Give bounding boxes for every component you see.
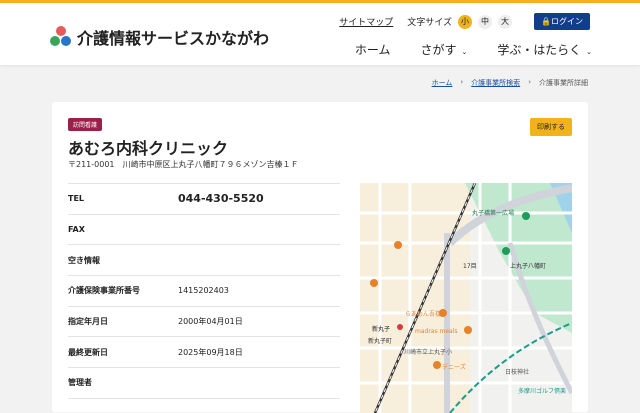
map-label: 新丸子町 <box>368 338 393 345</box>
logo-icon <box>50 26 72 48</box>
font-size-label: 文字サイズ <box>407 18 453 28</box>
location-map[interactable]: 丸子橋第一広場 上丸子八幡町 新丸子 madras meals らあめん吾楼 川… <box>360 183 572 413</box>
row-label: TEL <box>68 183 178 215</box>
map-graphic <box>360 183 572 413</box>
row-value <box>178 214 340 246</box>
details-table: TEL 044-430-5520 FAX 空き情報 介護保険事業所番号 141520… <box>68 183 340 399</box>
row-value <box>178 244 340 277</box>
login-label: ログイン <box>551 17 583 26</box>
facility-name: あむろ内科クリニック <box>68 139 229 158</box>
map-label: 17目 <box>463 263 477 270</box>
category-badge: 訪問看護 <box>68 118 103 131</box>
breadcrumb-separator: › <box>528 78 531 86</box>
breadcrumb-search[interactable]: 介護事業所検索 <box>471 78 520 88</box>
row-value: 1415202403 <box>178 275 340 307</box>
row-value <box>178 367 340 399</box>
row-value: 2025年09月18日 <box>178 336 340 369</box>
nav-home[interactable]: ホーム <box>355 41 391 58</box>
map-label: デニーズ <box>442 364 466 371</box>
nav-learn-label: 学ぶ・はたらく <box>497 43 582 57</box>
breadcrumb-separator: › <box>460 78 464 86</box>
map-label: 丸子橋第一広場 <box>472 210 515 217</box>
site-title: 介護情報サービスかながわ <box>77 29 270 48</box>
row-value: 2000年04月01日 <box>178 306 340 338</box>
map-label: 新丸子 <box>372 326 391 333</box>
nav-search[interactable]: さがす ⌄ <box>420 41 467 58</box>
row-label: 介護保険事業所番号 <box>68 275 178 307</box>
site-header: 介護情報サービスかながわ サイトマップ 文字サイズ 小 中 大 🔒ログイン ホー… <box>0 3 640 65</box>
map-label: madras meals <box>415 328 458 335</box>
map-label: 多摩川ゴルフ倶楽 <box>518 388 567 395</box>
font-size-large[interactable]: 大 <box>498 14 513 29</box>
row-label: 管理者 <box>68 367 178 399</box>
map-label: らあめん吾楼 <box>405 311 442 318</box>
facility-address: 〒211-0001 川崎市中原区上丸子八幡町７９６メゾン吉榛１Ｆ <box>68 160 299 169</box>
sitemap-link[interactable]: サイトマップ <box>339 15 393 28</box>
table-row: TEL 044-430-5520 <box>68 183 340 215</box>
font-size-medium[interactable]: 中 <box>478 14 493 29</box>
map-label: 日枝神社 <box>505 369 530 376</box>
table-row: FAX <box>68 214 340 246</box>
lock-icon: 🔒 <box>541 17 551 26</box>
row-label: 最終更新日 <box>68 336 178 369</box>
table-row: 空き情報 <box>68 244 340 277</box>
nav-search-label: さがす <box>420 43 457 57</box>
tel-value[interactable]: 044-430-5520 <box>178 183 340 215</box>
row-label: 指定年月日 <box>68 306 178 338</box>
row-label: 空き情報 <box>68 244 178 277</box>
map-label: 川崎市立上丸子小 <box>404 349 453 356</box>
chevron-down-icon: ⌄ <box>586 48 592 56</box>
nav-learn-work[interactable]: 学ぶ・はたらく ⌄ <box>497 41 592 58</box>
breadcrumb-current: 介護事業所詳細 <box>539 79 588 87</box>
breadcrumb-home[interactable]: ホーム <box>432 78 453 88</box>
table-row: 管理者 <box>68 367 340 399</box>
chevron-down-icon: ⌄ <box>461 48 468 56</box>
row-label: FAX <box>68 214 178 246</box>
print-button[interactable]: 印刷する <box>530 118 572 136</box>
table-row: 最終更新日 2025年09月18日 <box>68 336 340 369</box>
facility-card: 訪問看護 印刷する あむろ内科クリニック 〒211-0001 川崎市中原区上丸子… <box>52 102 588 413</box>
login-button[interactable]: 🔒ログイン <box>534 13 590 30</box>
font-size-small[interactable]: 小 <box>458 14 473 29</box>
table-row: 指定年月日 2000年04月01日 <box>68 306 340 338</box>
site-logo[interactable]: 介護情報サービスかながわ <box>50 25 269 49</box>
map-label: 上丸子八幡町 <box>510 263 547 270</box>
breadcrumb: ホーム › 介護事業所検索 › 介護事業所詳細 <box>432 78 588 88</box>
table-row: 介護保険事業所番号 1415202403 <box>68 275 340 307</box>
main-nav: ホーム さがす ⌄ 学ぶ・はたらく ⌄ <box>355 41 592 58</box>
